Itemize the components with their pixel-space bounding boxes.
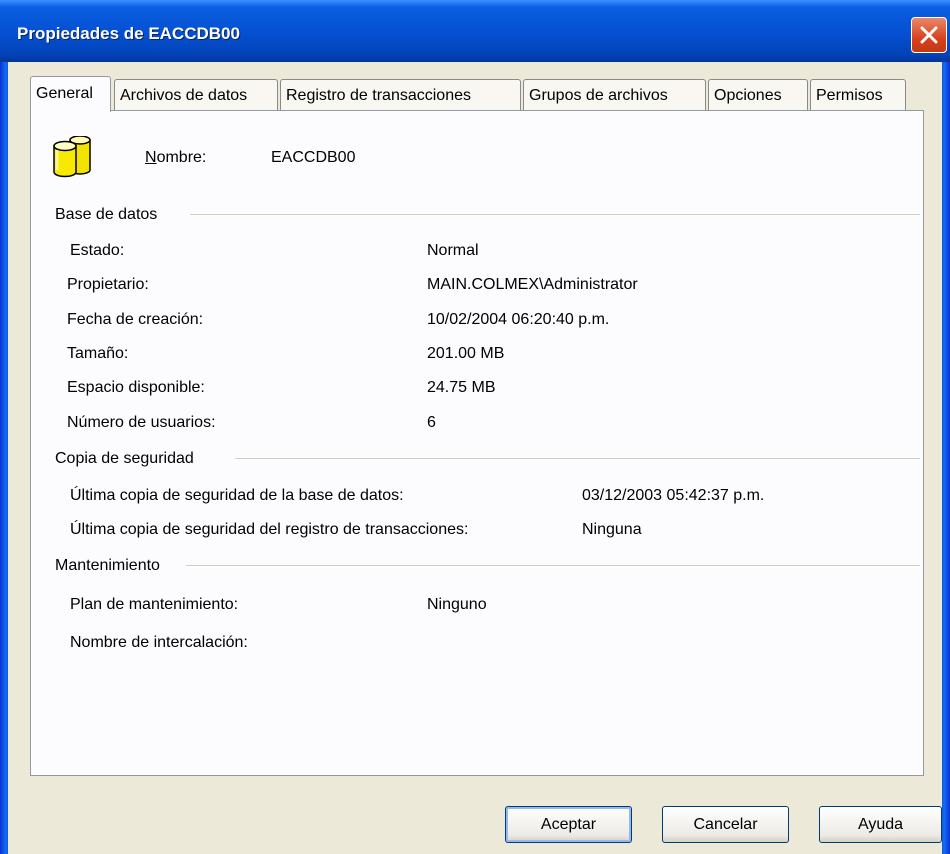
tab-grupos-de-archivos[interactable]: Grupos de archivos [523, 79, 706, 110]
section-title-maintenance: Mantenimiento [55, 557, 160, 574]
estado-value: Normal [427, 242, 479, 259]
plan-mantenimiento-value: Ninguno [427, 596, 487, 613]
nombre-intercalacion-label: Nombre de intercalación: [70, 634, 248, 651]
tamano-label: Tamaño: [67, 345, 129, 362]
close-icon [920, 26, 938, 44]
numero-usuarios-label: Número de usuarios: [67, 414, 216, 431]
ultima-copia-bd-value: 03/12/2003 05:42:37 p.m. [582, 487, 765, 504]
section-divider-database [190, 214, 920, 216]
tab-general[interactable]: General [30, 76, 111, 112]
ultima-copia-registro-value: Ninguna [582, 521, 642, 538]
section-divider-backup [235, 458, 920, 460]
ok-button[interactable]: Aceptar [505, 806, 632, 843]
tab-opciones[interactable]: Opciones [708, 79, 808, 110]
plan-mantenimiento-label: Plan de mantenimiento: [70, 596, 239, 613]
fecha-creacion-label: Fecha de creación: [67, 311, 204, 328]
general-tab-panel [30, 110, 924, 776]
espacio-disponible-label: Espacio disponible: [67, 379, 205, 396]
cancel-button[interactable]: Cancelar [662, 806, 789, 843]
propietario-value: MAIN.COLMEX\Administrator [427, 276, 638, 293]
name-value: EACCDB00 [271, 149, 356, 166]
tab-permisos[interactable]: Permisos [810, 79, 906, 110]
close-button[interactable] [911, 17, 947, 53]
propietario-label: Propietario: [67, 276, 149, 293]
tab-registro-de-transacciones[interactable]: Registro de transacciones [280, 79, 521, 110]
fecha-creacion-value: 10/02/2004 06:20:40 p.m. [427, 311, 610, 328]
numero-usuarios-value: 6 [427, 414, 436, 431]
name-label: Nombre: [145, 149, 207, 166]
ultima-copia-bd-label: Última copia de seguridad de la base de … [70, 487, 404, 504]
section-title-backup: Copia de seguridad [55, 450, 194, 467]
window-frame-right [942, 62, 950, 854]
window-title: Propiedades de EACCDB00 [17, 24, 240, 43]
database-icon [53, 136, 91, 178]
espacio-disponible-value: 24.75 MB [427, 379, 496, 396]
section-title-database: Base de datos [55, 206, 158, 223]
section-divider-maintenance [186, 565, 920, 567]
tamano-value: 201.00 MB [427, 345, 505, 362]
window-frame-left [0, 62, 8, 854]
estado-label: Estado: [70, 242, 125, 259]
tab-archivos-de-datos[interactable]: Archivos de datos [114, 79, 278, 110]
title-bar[interactable]: Propiedades de EACCDB00 [0, 0, 950, 62]
help-button[interactable]: Ayuda [819, 806, 942, 843]
ultima-copia-registro-label: Última copia de seguridad del registro d… [70, 521, 469, 538]
